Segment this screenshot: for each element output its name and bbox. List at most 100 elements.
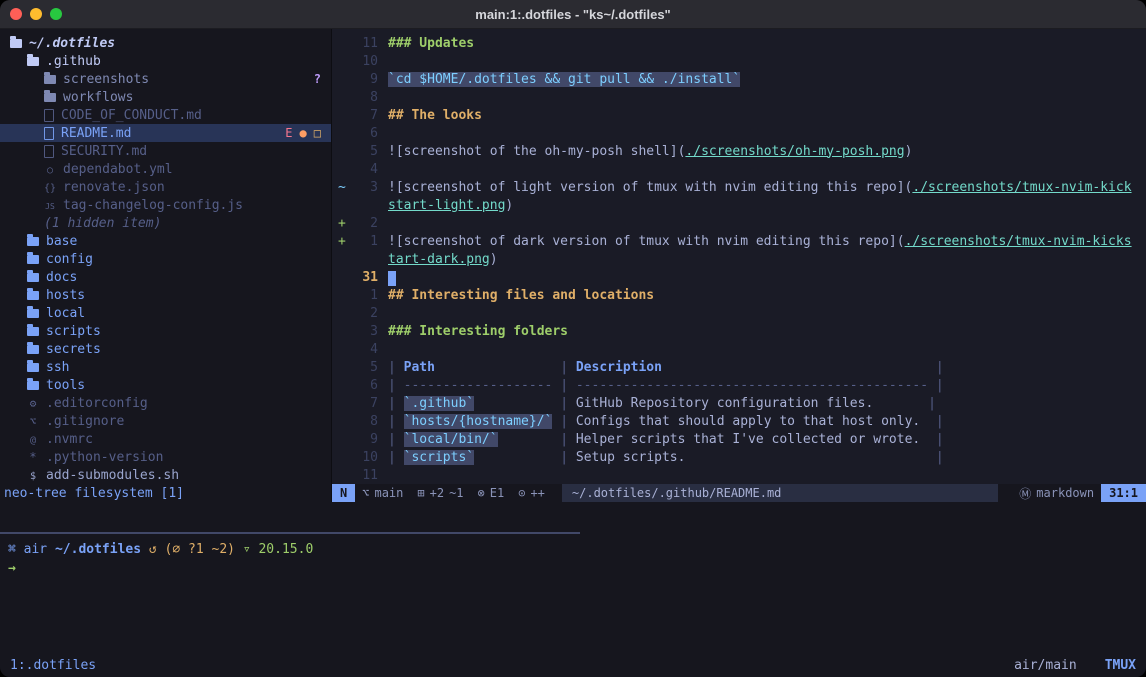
branch-icon: ⌥	[362, 486, 369, 500]
tree-item-tools[interactable]: tools	[0, 376, 331, 394]
editor-line[interactable]: 7| `.github` | GitHub Repository configu…	[332, 394, 1146, 412]
tree-item-label: README.md	[61, 126, 131, 141]
host-name: air	[24, 542, 47, 557]
tree-item-local[interactable]: local	[0, 304, 331, 322]
line-number: 2	[352, 306, 378, 321]
editor-line[interactable]: 1## Interesting files and locations	[332, 286, 1146, 304]
tree-item-readme-md[interactable]: README.mdE●□	[0, 124, 331, 142]
tree-item-config[interactable]: config	[0, 250, 331, 268]
tree-item-ssh[interactable]: ssh	[0, 358, 331, 376]
editor-line[interactable]: 11	[332, 466, 1146, 484]
line-number: 8	[352, 414, 378, 429]
status-badge: □	[314, 126, 321, 140]
tree-item-label: .gitignore	[46, 414, 124, 429]
file-icon	[44, 109, 54, 122]
file-path: ~/.dotfiles/.github/README.md	[562, 484, 998, 502]
prompt-arrow: →	[8, 559, 1146, 578]
line-number: 9	[352, 72, 378, 87]
line-number: 5	[352, 360, 378, 375]
prompt-git-status: (⌀ ?1 ~2)	[165, 542, 235, 557]
line-text: | `scripts` | Setup scripts. |	[378, 450, 944, 465]
tree-item-nvmrc[interactable]: .nvmrc	[0, 430, 331, 448]
tree-item-hosts[interactable]: hosts	[0, 286, 331, 304]
tree-item-code-of-conduct-md[interactable]: CODE_OF_CONDUCT.md	[0, 106, 331, 124]
tmux-window-label[interactable]: 1:.dotfiles	[10, 658, 96, 673]
apple-icon: ⌘	[8, 542, 16, 557]
gutter-sign: +	[332, 234, 352, 249]
shell-pane[interactable]: ⌘ air ~/.dotfiles ↺ (⌀ ?1 ~2) ▿ 20.15.0 …	[0, 534, 1146, 653]
tree-item-github[interactable]: .github	[0, 52, 331, 70]
tree-item-gitignore[interactable]: .gitignore	[0, 412, 331, 430]
folder-icon	[44, 75, 56, 84]
tree-item-editorconfig[interactable]: .editorconfig	[0, 394, 331, 412]
editor-line[interactable]: 8	[332, 88, 1146, 106]
editor-line[interactable]: 31	[332, 268, 1146, 286]
editor-line[interactable]: 10	[332, 52, 1146, 70]
editor-line[interactable]: 7## The looks	[332, 106, 1146, 124]
editor-line[interactable]: 11### Updates	[332, 34, 1146, 52]
prompt-path: ~/.dotfiles	[55, 542, 141, 557]
editor-line[interactable]: 9| `local/bin/` | Helper scripts that I'…	[332, 430, 1146, 448]
line-number: 4	[352, 342, 378, 357]
tree-item-label: SECURITY.md	[61, 144, 147, 159]
editor-lines[interactable]: 11### Updates109`cd $HOME/.dotfiles && g…	[332, 29, 1146, 484]
editor-line[interactable]: ~3![screenshot of light version of tmux …	[332, 178, 1146, 196]
editor-line[interactable]: start-light.png)	[332, 196, 1146, 214]
tree-item-screenshots[interactable]: screenshots?	[0, 70, 331, 88]
line-text: start-light.png)	[378, 198, 513, 213]
folder-icon	[27, 363, 39, 372]
line-number: 7	[352, 108, 378, 123]
tree-item-docs[interactable]: docs	[0, 268, 331, 286]
line-number: 1	[352, 288, 378, 303]
tree-item-scripts[interactable]: scripts	[0, 322, 331, 340]
editor-line[interactable]: 8| `hosts/{hostname}/` | Configs that sh…	[332, 412, 1146, 430]
neo-tree-statusline: neo-tree filesystem [1]	[0, 484, 331, 502]
tree-item-tag-changelog-config-js[interactable]: tag-changelog-config.js	[0, 196, 331, 214]
editor-line[interactable]: +2	[332, 214, 1146, 232]
file-tree[interactable]: ~/.dotfiles.githubscreenshots?workflowsC…	[0, 29, 331, 484]
close-button[interactable]	[10, 8, 22, 20]
folder-icon	[27, 237, 39, 246]
tree-item-1-hidden-item[interactable]: (1 hidden item)	[0, 214, 331, 232]
minimize-button[interactable]	[30, 8, 42, 20]
editor-line[interactable]: 3### Interesting folders	[332, 322, 1146, 340]
editor-line[interactable]: 2	[332, 304, 1146, 322]
editor-line[interactable]: 4	[332, 340, 1146, 358]
zoom-button[interactable]	[50, 8, 62, 20]
tree-item-dotfiles[interactable]: ~/.dotfiles	[0, 34, 331, 52]
tmux-session-name: air/main	[1014, 658, 1077, 673]
editor-line[interactable]: tart-dark.png)	[332, 250, 1146, 268]
tree-item-secrets[interactable]: secrets	[0, 340, 331, 358]
editor-line[interactable]: 5![screenshot of the oh-my-posh shell](.…	[332, 142, 1146, 160]
editor-line[interactable]: 4	[332, 160, 1146, 178]
line-number: 1	[352, 234, 378, 249]
tree-item-add-submodules-sh[interactable]: add-submodules.sh	[0, 466, 331, 484]
status-badge: ?	[314, 72, 321, 86]
line-number: 5	[352, 144, 378, 159]
folder-icon	[27, 381, 39, 390]
editor-line[interactable]: 5| Path | Description |	[332, 358, 1146, 376]
tree-item-workflows[interactable]: workflows	[0, 88, 331, 106]
tree-item-python-version[interactable]: .python-version	[0, 448, 331, 466]
editor-line[interactable]: +1![screenshot of dark version of tmux w…	[332, 232, 1146, 250]
editor-line[interactable]: 10| `scripts` | Setup scripts. |	[332, 448, 1146, 466]
tree-item-renovate-json[interactable]: renovate.json	[0, 178, 331, 196]
git-refresh-icon: ↺	[149, 542, 157, 557]
editor-line[interactable]: 6	[332, 124, 1146, 142]
braces-icon	[44, 180, 56, 195]
tree-item-security-md[interactable]: SECURITY.md	[0, 142, 331, 160]
editor-line[interactable]: 9`cd $HOME/.dotfiles && git pull && ./in…	[332, 70, 1146, 88]
tree-item-dependabot-yml[interactable]: dependabot.yml	[0, 160, 331, 178]
plugin-updates: ++	[530, 486, 544, 500]
folder-icon	[44, 93, 56, 102]
diagnostics-segment: ⊗E1	[471, 484, 512, 502]
tree-item-base[interactable]: base	[0, 232, 331, 250]
cursor-position: 31:1	[1101, 484, 1146, 502]
traffic-lights	[10, 0, 62, 28]
tree-item-label: config	[46, 252, 93, 267]
line-text	[378, 269, 396, 286]
tree-item-label: tag-changelog-config.js	[63, 198, 243, 213]
line-text: ![screenshot of dark version of tmux wit…	[378, 234, 1132, 249]
editor-line[interactable]: 6| ------------------- | ---------------…	[332, 376, 1146, 394]
window-title: main:1:.dotfiles - "ks~/.dotfiles"	[475, 7, 670, 22]
